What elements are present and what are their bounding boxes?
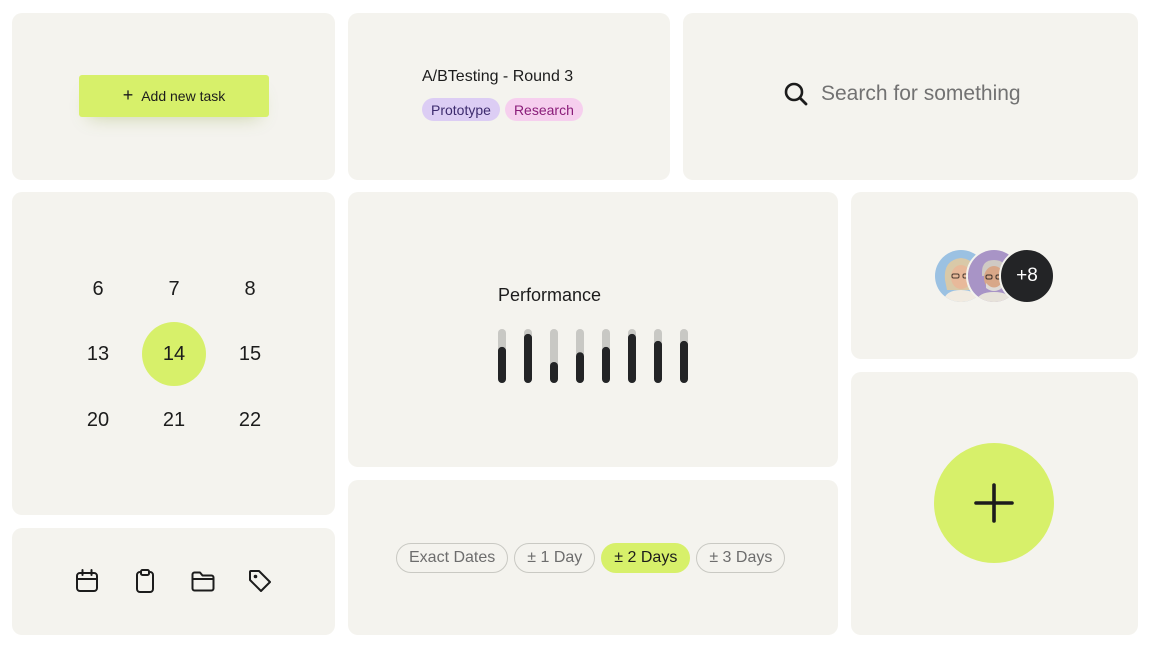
tag-icon[interactable]	[247, 568, 273, 594]
filter-2-days[interactable]: ± 2 Days	[601, 543, 691, 573]
task-card[interactable]: A/BTesting - Round 3 Prototype Research	[348, 13, 670, 180]
calendar-day[interactable]: 22	[218, 388, 282, 452]
performance-bar	[524, 333, 532, 383]
performance-bar	[576, 352, 584, 383]
performance-chart	[498, 329, 688, 383]
plus-icon: +	[122, 85, 134, 105]
calendar-day[interactable]: 20	[66, 388, 130, 452]
performance-bar	[498, 346, 506, 383]
performance-card: Performance	[348, 192, 838, 467]
tag-prototype[interactable]: Prototype	[422, 98, 500, 121]
performance-bar	[550, 361, 558, 383]
calendar-day-selected[interactable]: 14	[142, 322, 206, 386]
tool-icons-card	[12, 528, 335, 635]
search-icon	[784, 82, 808, 106]
filter-exact-dates[interactable]: Exact Dates	[396, 543, 509, 573]
tag-research[interactable]: Research	[504, 98, 583, 121]
performance-title: Performance	[498, 285, 602, 305]
calendar-card: 6 7 8 13 14 15 20 21 22	[12, 192, 335, 515]
search-placeholder: Search for something	[821, 82, 1021, 105]
performance-bar	[602, 346, 610, 383]
date-filter-options: Exact Dates ± 1 Day ± 2 Days ± 3 Days	[396, 543, 786, 573]
calendar-day[interactable]: 13	[66, 322, 130, 386]
performance-bar	[680, 340, 688, 383]
calendar-day[interactable]: 8	[218, 257, 282, 321]
search-card: Search for something	[683, 13, 1138, 180]
calendar-day[interactable]: 7	[142, 257, 206, 321]
filter-3-days[interactable]: ± 3 Days	[696, 543, 786, 573]
clipboard-icon[interactable]	[132, 568, 158, 594]
performance-bar	[628, 333, 636, 383]
avatar-group[interactable]: +8	[933, 248, 1057, 304]
team-card: +8	[851, 192, 1138, 359]
add-task-card: + Add new task	[12, 13, 335, 180]
performance-bar	[654, 340, 662, 383]
search-input[interactable]: Search for something	[783, 81, 1021, 107]
calendar-icon[interactable]	[74, 568, 100, 594]
date-filter-card: Exact Dates ± 1 Day ± 2 Days ± 3 Days	[348, 480, 838, 635]
calendar-day[interactable]: 15	[218, 322, 282, 386]
folder-icon[interactable]	[190, 568, 216, 594]
filter-1-day[interactable]: ± 1 Day	[514, 543, 596, 573]
calendar-day[interactable]: 21	[142, 388, 206, 452]
plus-icon	[974, 483, 1014, 523]
add-new-task-button[interactable]: + Add new task	[79, 75, 269, 117]
avatar-more-count[interactable]: +8	[999, 248, 1055, 304]
big-add-card	[851, 372, 1138, 635]
tag-list: Prototype Research	[422, 98, 583, 121]
add-new-task-label: Add new task	[141, 88, 226, 104]
task-title: A/BTesting - Round 3	[422, 68, 574, 85]
add-button[interactable]	[934, 443, 1054, 563]
calendar-day[interactable]: 6	[66, 257, 130, 321]
